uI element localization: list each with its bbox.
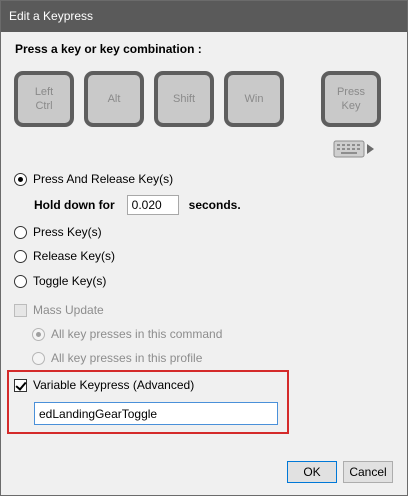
variable-keypress-label: Variable Keypress (Advanced) [33,378,195,392]
instruction-heading: Press a key or key combination : [15,42,202,56]
all-command-option: All key presses in this command [32,325,222,343]
all-profile-radio [32,351,45,365]
mass-update-label: Mass Update [33,303,104,317]
alt-key-button[interactable]: Alt [84,71,144,127]
window-title: Edit a Keypress [9,9,94,23]
hold-down-row: Hold down for seconds. [34,195,241,215]
seconds-label: seconds. [188,198,241,212]
ok-button[interactable]: OK [287,461,337,483]
cancel-button[interactable]: Cancel [343,461,393,483]
all-profile-label: All key presses in this profile [51,351,203,365]
mass-update-option: Mass Update [14,301,104,319]
hold-down-label: Hold down for [34,198,115,212]
press-radio[interactable] [14,225,27,239]
release-label: Release Key(s) [33,249,116,263]
title-bar[interactable]: Edit a Keypress [1,1,407,32]
toggle-radio[interactable] [14,274,27,288]
shift-key-button[interactable]: Shift [154,71,214,127]
keyboard-icon[interactable] [333,139,377,159]
all-command-radio [32,327,45,341]
press-key-button[interactable]: Press Key [321,71,381,127]
hold-duration-input[interactable] [126,195,179,215]
all-command-label: All key presses in this command [51,327,223,341]
press-option[interactable]: Press Key(s) [14,223,102,241]
mass-update-checkbox [14,303,27,317]
press-release-radio[interactable] [14,172,27,186]
press-release-label: Press And Release Key(s) [33,172,174,186]
release-option[interactable]: Release Key(s) [14,247,115,265]
toggle-option[interactable]: Toggle Key(s) [14,272,106,290]
toggle-label: Toggle Key(s) [33,274,107,288]
variable-name-input[interactable] [34,402,278,425]
variable-keypress-option[interactable]: Variable Keypress (Advanced) [14,376,194,394]
press-release-option[interactable]: Press And Release Key(s) [14,170,173,188]
all-profile-option: All key presses in this profile [32,349,202,367]
edit-keypress-dialog: Edit a Keypress Press a key or key combi… [0,0,408,496]
release-radio[interactable] [14,249,27,263]
variable-keypress-checkbox[interactable] [14,378,27,392]
left-ctrl-key-button[interactable]: Left Ctrl [14,71,74,127]
press-label: Press Key(s) [33,225,102,239]
win-key-button[interactable]: Win [224,71,284,127]
